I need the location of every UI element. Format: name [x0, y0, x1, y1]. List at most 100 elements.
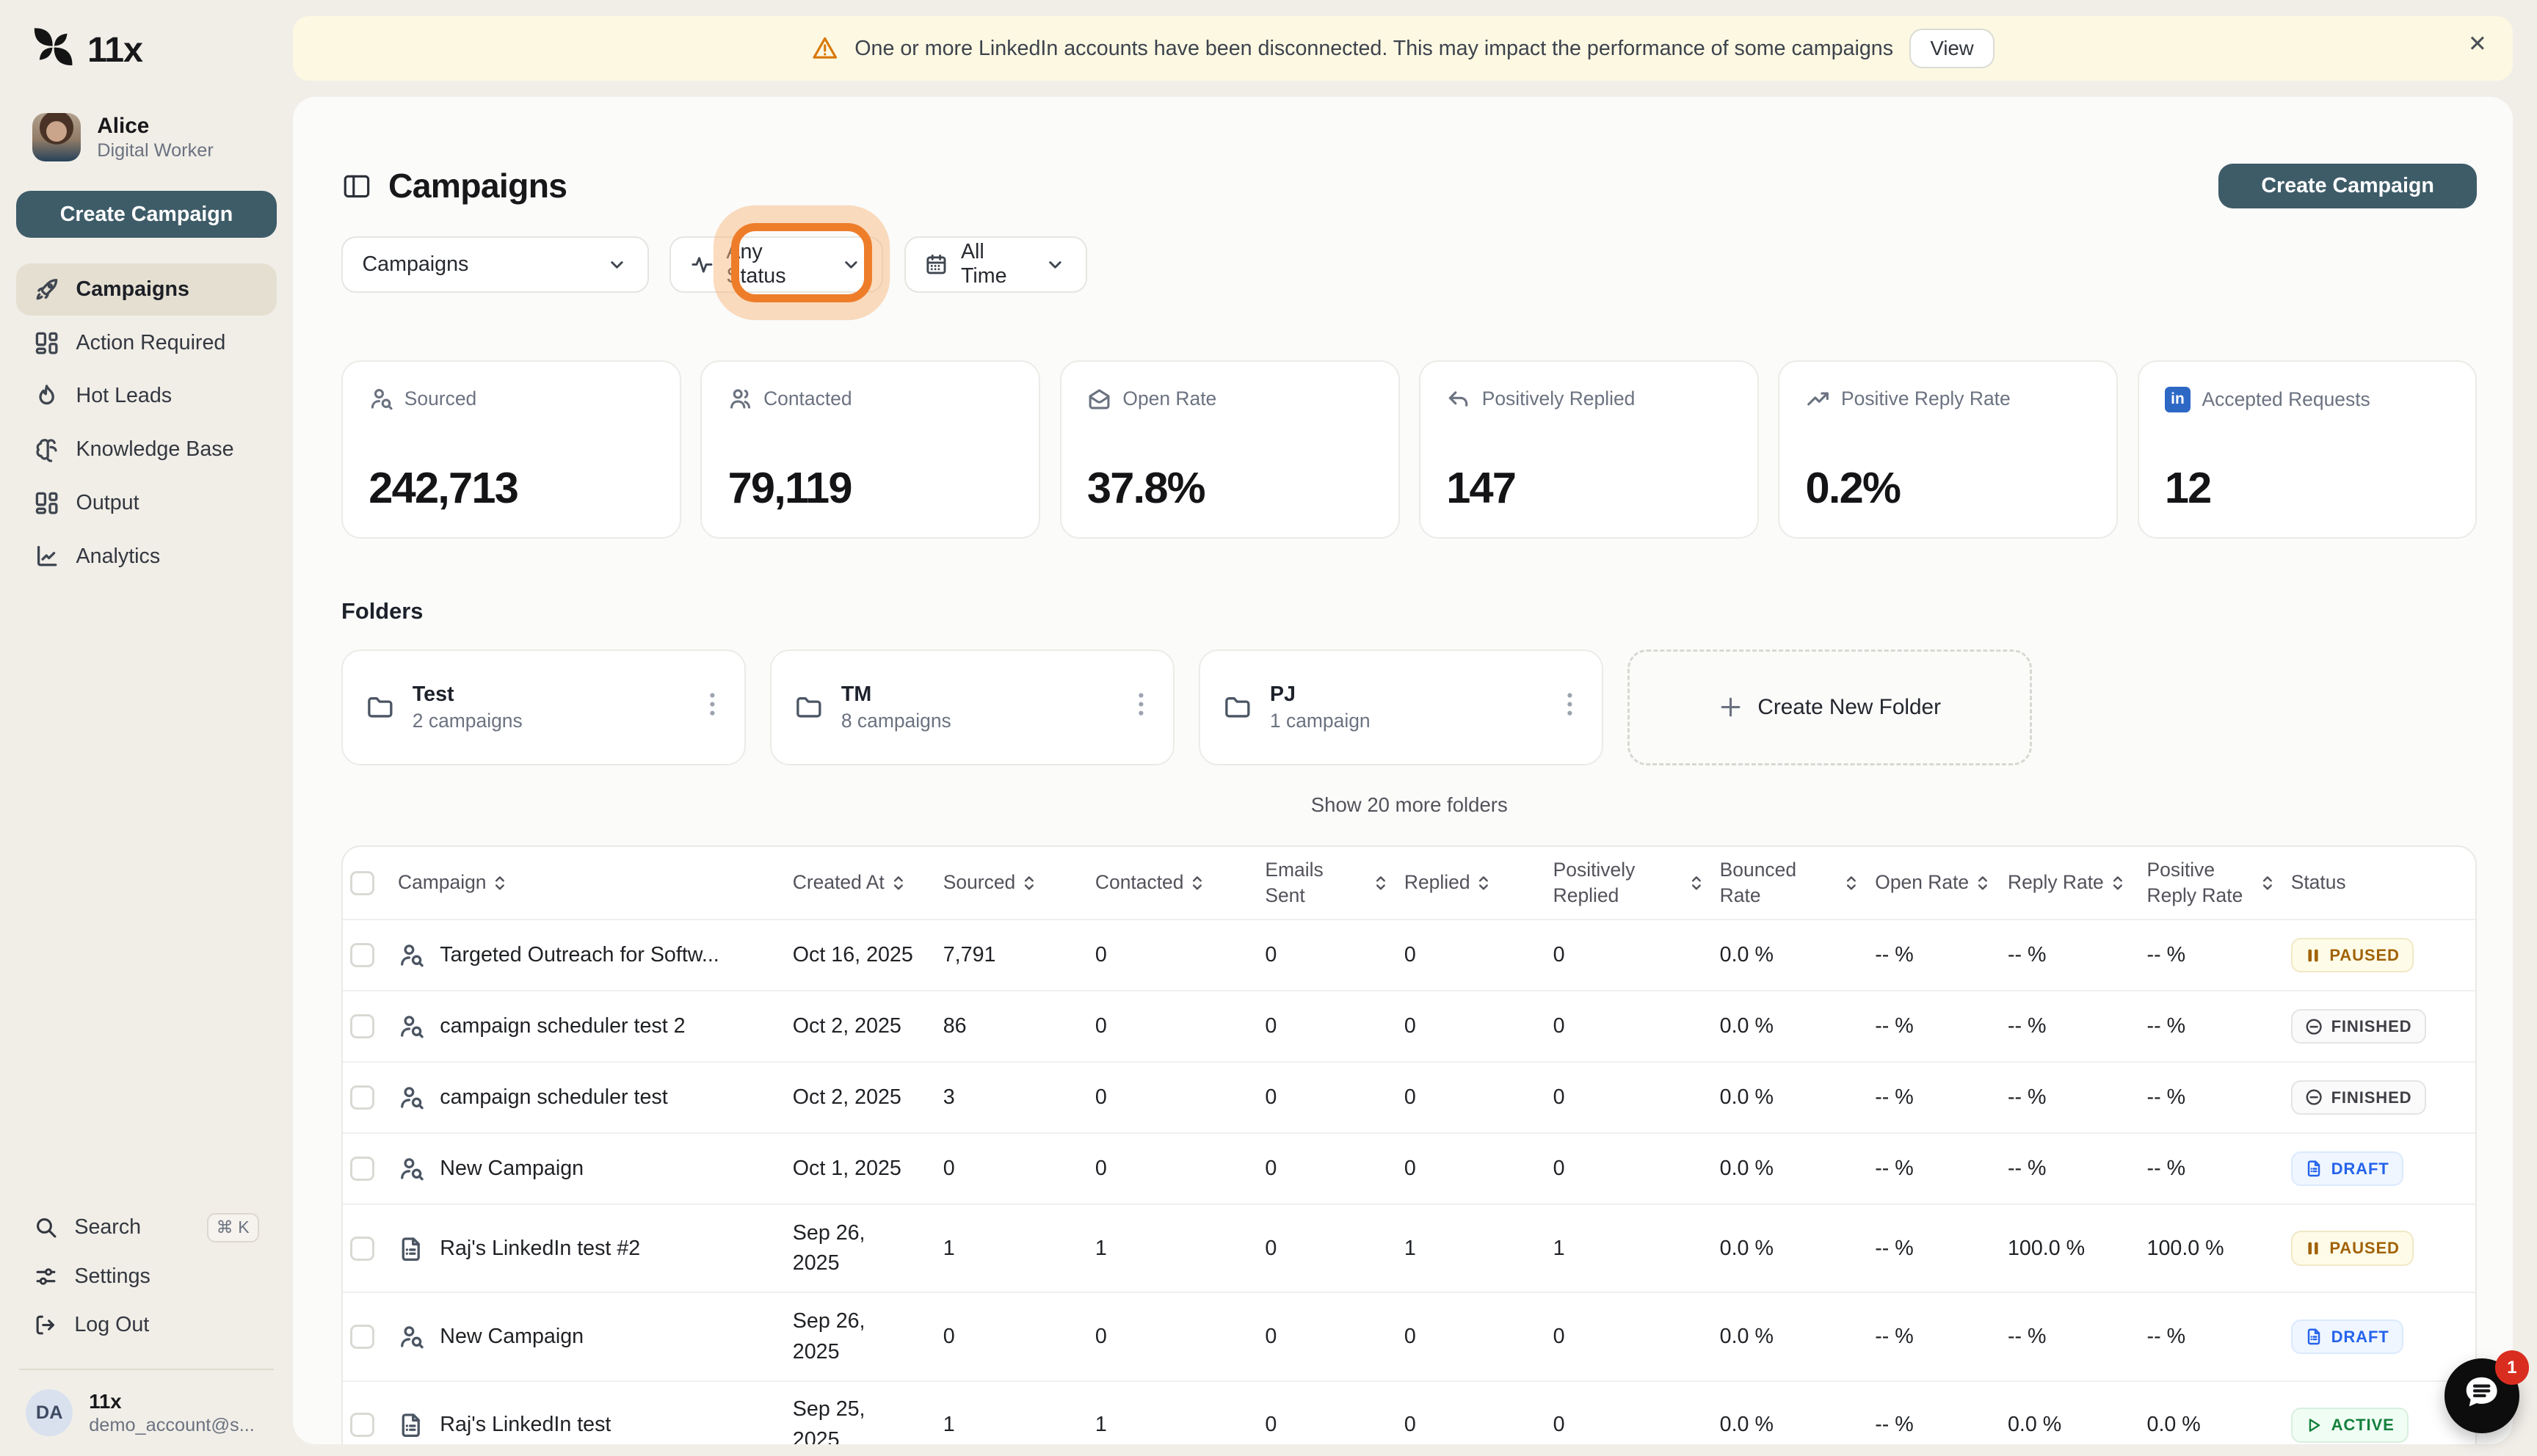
status-filter[interactable]: Any Status [669, 236, 884, 293]
collection-select[interactable]: Campaigns [341, 236, 649, 293]
folder-name: TM [841, 682, 872, 706]
column-open-rate[interactable]: Open Rate [1875, 870, 2008, 896]
sidebar-item-label: Output [76, 490, 139, 514]
status-label: DRAFT [2331, 1327, 2389, 1346]
sourced-cell: 1 [943, 1413, 955, 1437]
sidebar-item-output[interactable]: Output [16, 477, 277, 529]
column-reply-rate[interactable]: Reply Rate [2008, 870, 2147, 896]
sidebar-item-knowledge-base[interactable]: Knowledge Base [16, 423, 277, 476]
table-row[interactable]: Raj's LinkedIn test Sep 25, 2025 1 1 0 0… [343, 1380, 2476, 1445]
stat-label: Positive Reply Rate [1841, 387, 2011, 410]
row-checkbox[interactable] [349, 1157, 375, 1182]
warning-banner: One or more LinkedIn accounts have been … [292, 16, 2513, 81]
sidebar-item-campaigns[interactable]: Campaigns [16, 263, 277, 316]
folder-card-tm[interactable]: TM 8 campaigns [770, 649, 1175, 766]
column-contacted[interactable]: Contacted [1095, 870, 1265, 896]
user-search-icon [398, 1013, 424, 1039]
kebab-menu-icon[interactable] [703, 685, 722, 730]
grid-icon [34, 490, 59, 516]
column-replied[interactable]: Replied [1404, 870, 1553, 896]
time-filter[interactable]: All Time [904, 236, 1088, 293]
create-new-folder-button[interactable]: Create New Folder [1627, 649, 2033, 766]
activity-icon [691, 253, 714, 276]
sidebar-item-settings[interactable]: Settings [16, 1252, 277, 1300]
sidebar-item-analytics[interactable]: Analytics [16, 531, 277, 583]
row-checkbox[interactable] [349, 943, 375, 968]
rocket-icon [34, 277, 59, 302]
replied-cell: 0 [1404, 1085, 1416, 1110]
row-checkbox[interactable] [349, 1236, 375, 1261]
column-emails-sent[interactable]: Emails Sent [1265, 857, 1404, 909]
row-checkbox[interactable] [349, 1014, 375, 1039]
kebab-menu-icon[interactable] [1131, 685, 1150, 730]
folders-row: Test 2 campaigns TM 8 campaigns PJ 1 cam… [341, 649, 2477, 766]
reply-rate-cell: -- % [2007, 1085, 2047, 1110]
open-rate-cell: -- % [1875, 1413, 1914, 1437]
column-campaign[interactable]: Campaign [398, 870, 793, 896]
kebab-menu-icon[interactable] [1560, 685, 1579, 730]
select-all-checkbox[interactable] [349, 870, 375, 895]
main-panel: Campaigns Create Campaign Campaigns Any … [292, 97, 2513, 1445]
logout-icon [34, 1313, 58, 1337]
sidebar-item-logout[interactable]: Log Out [16, 1300, 277, 1349]
created-at-cell: Sep 25, 2025 [792, 1397, 865, 1445]
column-status[interactable]: Status [2291, 870, 2476, 896]
sourced-cell: 0 [943, 1157, 955, 1181]
positive-reply-rate-cell: 100.0 % [2146, 1236, 2224, 1260]
trending-up-icon [1806, 387, 1830, 411]
column-positively-replied[interactable]: Positively Replied [1553, 857, 1720, 909]
page-title: Campaigns [388, 167, 567, 205]
table-row[interactable]: New Campaign Sep 26, 2025 0 0 0 0 0 0.0 … [343, 1292, 2476, 1380]
positively-replied-cell: 0 [1553, 1014, 1565, 1038]
show-more-folders-link[interactable]: Show 20 more folders [341, 793, 2477, 817]
column-positive-reply-rate[interactable]: Positive Reply Rate [2147, 857, 2291, 909]
row-checkbox[interactable] [349, 1085, 375, 1110]
positively-replied-cell: 1 [1553, 1236, 1565, 1260]
column-created-at[interactable]: Created At [793, 870, 943, 896]
user-search-icon [398, 1324, 424, 1350]
emails-sent-cell: 0 [1265, 1157, 1277, 1181]
account-avatar: DA [26, 1389, 73, 1437]
folder-card-test[interactable]: Test 2 campaigns [341, 649, 747, 766]
bounced-rate-cell: 0.0 % [1719, 1085, 1774, 1110]
app-logo[interactable]: 11x [16, 23, 277, 78]
created-at-cell: Oct 2, 2025 [792, 1085, 901, 1109]
create-campaign-button[interactable]: Create Campaign [2218, 163, 2478, 209]
column-sourced[interactable]: Sourced [943, 870, 1095, 896]
stat-label: Positively Replied [1481, 387, 1636, 410]
bounced-rate-cell: 0.0 % [1719, 1413, 1774, 1437]
chat-widget-button[interactable]: 1 [2445, 1350, 2529, 1433]
table-row[interactable]: Raj's LinkedIn test #2 Sep 26, 2025 1 1 … [343, 1204, 2476, 1292]
positive-reply-rate-cell: -- % [2146, 1325, 2186, 1349]
status-filter-value: Any Status [726, 240, 786, 288]
sidebar-item-label: Campaigns [76, 277, 189, 301]
folder-icon [794, 693, 824, 722]
positively-replied-cell: 0 [1553, 943, 1565, 967]
panel-left-icon[interactable] [341, 171, 372, 202]
account-row[interactable]: DA 11x demo_account@s... [16, 1389, 277, 1437]
minus-circle-icon [2305, 1088, 2323, 1106]
mail-open-icon [1087, 387, 1111, 411]
sidebar-item-search[interactable]: Search ⌘ K [16, 1204, 277, 1252]
folder-card-pj[interactable]: PJ 1 campaign [1199, 649, 1604, 766]
table-row[interactable]: Targeted Outreach for Softw... Oct 16, 2… [343, 919, 2476, 990]
column-bounced-rate[interactable]: Bounced Rate [1720, 857, 1876, 909]
stat-card-positive-reply-rate: Positive Reply Rate 0.2% [1778, 360, 2119, 539]
sidebar-item-hot-leads[interactable]: Hot Leads [16, 371, 277, 423]
positive-reply-rate-cell: -- % [2146, 1157, 2186, 1181]
dashboard-icon [34, 330, 59, 356]
table-row[interactable]: New Campaign Oct 1, 2025 0 0 0 0 0 0.0 %… [343, 1132, 2476, 1204]
created-at-cell: Oct 16, 2025 [792, 942, 913, 967]
row-checkbox[interactable] [349, 1413, 375, 1438]
table-row[interactable]: campaign scheduler test Oct 2, 2025 3 0 … [343, 1061, 2476, 1132]
close-icon[interactable]: ✕ [2468, 31, 2487, 57]
create-campaign-button-sidebar[interactable]: Create Campaign [16, 191, 277, 238]
sidebar-item-action-required[interactable]: Action Required [16, 317, 277, 369]
view-button[interactable]: View [1909, 29, 1995, 68]
avatar [32, 113, 81, 162]
table-row[interactable]: campaign scheduler test 2 Oct 2, 2025 86… [343, 990, 2476, 1061]
row-checkbox[interactable] [349, 1325, 375, 1350]
stat-card-open-rate: Open Rate 37.8% [1059, 360, 1400, 539]
status-badge: FINISHED [2290, 1080, 2427, 1115]
worker-profile[interactable]: Alice Digital Worker [16, 113, 277, 162]
